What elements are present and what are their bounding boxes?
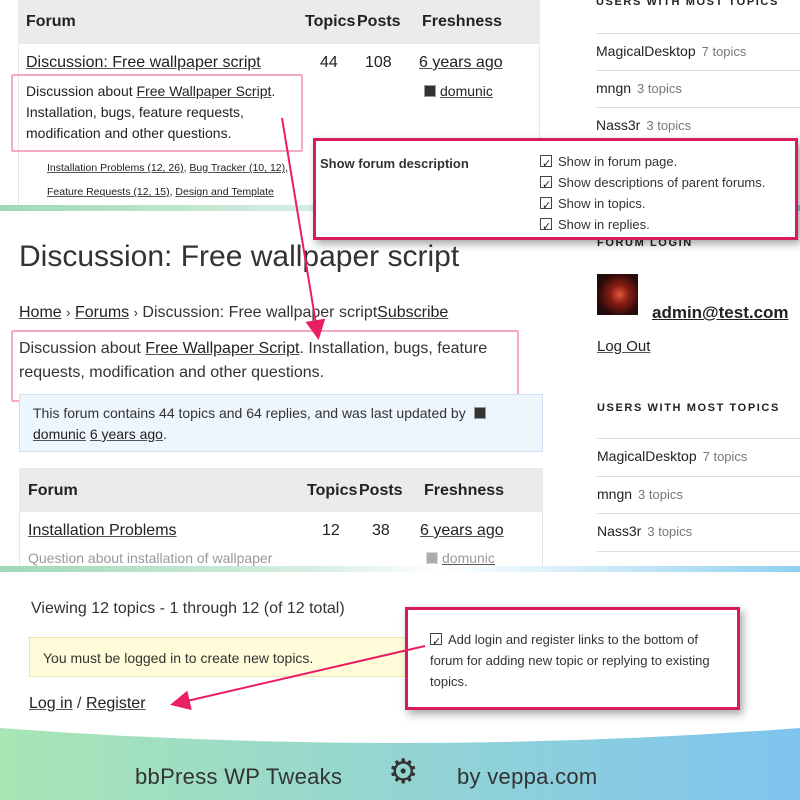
footer-banner: bbPress WP Tweaks ⚙ by veppa.com bbox=[0, 725, 800, 800]
gear-icon: ⚙ bbox=[388, 752, 419, 792]
footer-credit: by veppa.com bbox=[457, 764, 598, 789]
annotation-arrows bbox=[170, 117, 426, 711]
arrow-icon bbox=[281, 117, 326, 340]
arrow-icon bbox=[170, 645, 426, 711]
footer-product-name: bbPress WP Tweaks bbox=[135, 764, 343, 789]
